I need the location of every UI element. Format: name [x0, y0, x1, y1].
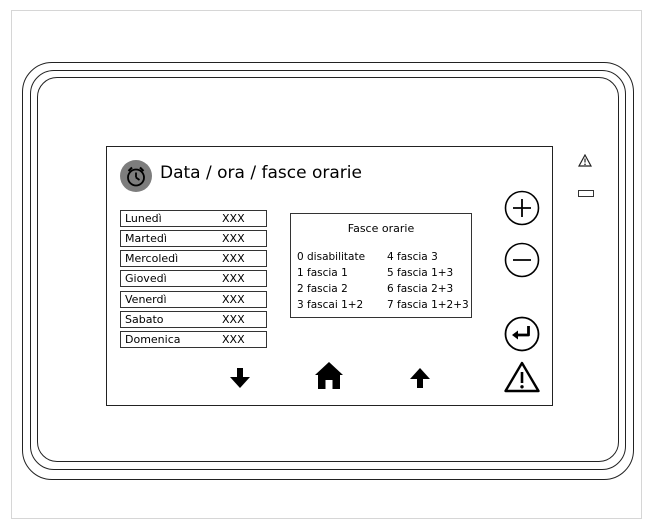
day-row-venerdi[interactable]: Venerdì XXX	[120, 291, 267, 308]
time-band-item: 3 fascai 1+2	[297, 299, 364, 311]
time-band-item: 6 fascia 2+3	[387, 283, 454, 295]
day-name: Venerdì	[125, 293, 167, 306]
day-row-lunedi[interactable]: Lunedì XXX	[120, 210, 267, 227]
page-title: Data / ora / fasce orarie	[160, 163, 362, 183]
day-row-giovedi[interactable]: Giovedì XXX	[120, 270, 267, 287]
minus-circle-icon[interactable]	[503, 241, 541, 279]
day-name: Lunedì	[125, 212, 162, 225]
day-value: XXX	[222, 293, 245, 306]
day-name: Mercoledì	[125, 252, 179, 265]
arrow-down-icon[interactable]	[228, 366, 252, 390]
day-value: XXX	[222, 313, 245, 326]
led-indicator	[578, 190, 594, 197]
day-value: XXX	[222, 252, 245, 265]
enter-return-icon[interactable]	[503, 315, 541, 353]
day-name: Giovedì	[125, 272, 167, 285]
small-warning-icon	[578, 154, 592, 167]
arrow-up-icon[interactable]	[408, 366, 432, 390]
day-name: Martedì	[125, 232, 167, 245]
day-value: XXX	[222, 232, 245, 245]
time-band-item: 1 fascia 1	[297, 267, 348, 279]
day-value: XXX	[222, 333, 245, 346]
day-row-sabato[interactable]: Sabato XXX	[120, 311, 267, 328]
time-band-item: 2 fascia 2	[297, 283, 348, 295]
day-row-martedi[interactable]: Martedì XXX	[120, 230, 267, 247]
time-bands-legend: Fasce orarie 0 disabilitate 1 fascia 1 2…	[290, 213, 472, 318]
day-row-mercoledi[interactable]: Mercoledì XXX	[120, 250, 267, 267]
time-band-item: 4 fascia 3	[387, 251, 438, 263]
time-band-item: 7 fascia 1+2+3	[387, 299, 469, 311]
day-value: XXX	[222, 212, 245, 225]
day-row-domenica[interactable]: Domenica XXX	[120, 331, 267, 348]
time-band-item: 5 fascia 1+3	[387, 267, 454, 279]
plus-circle-icon[interactable]	[503, 189, 541, 227]
day-name: Domenica	[125, 333, 181, 346]
warning-triangle-icon[interactable]	[503, 360, 541, 394]
alarm-clock-icon	[120, 160, 152, 192]
day-value: XXX	[222, 272, 245, 285]
day-name: Sabato	[125, 313, 164, 326]
time-band-item: 0 disabilitate	[297, 251, 366, 263]
time-bands-title: Fasce orarie	[347, 222, 415, 235]
home-icon[interactable]	[314, 360, 344, 390]
